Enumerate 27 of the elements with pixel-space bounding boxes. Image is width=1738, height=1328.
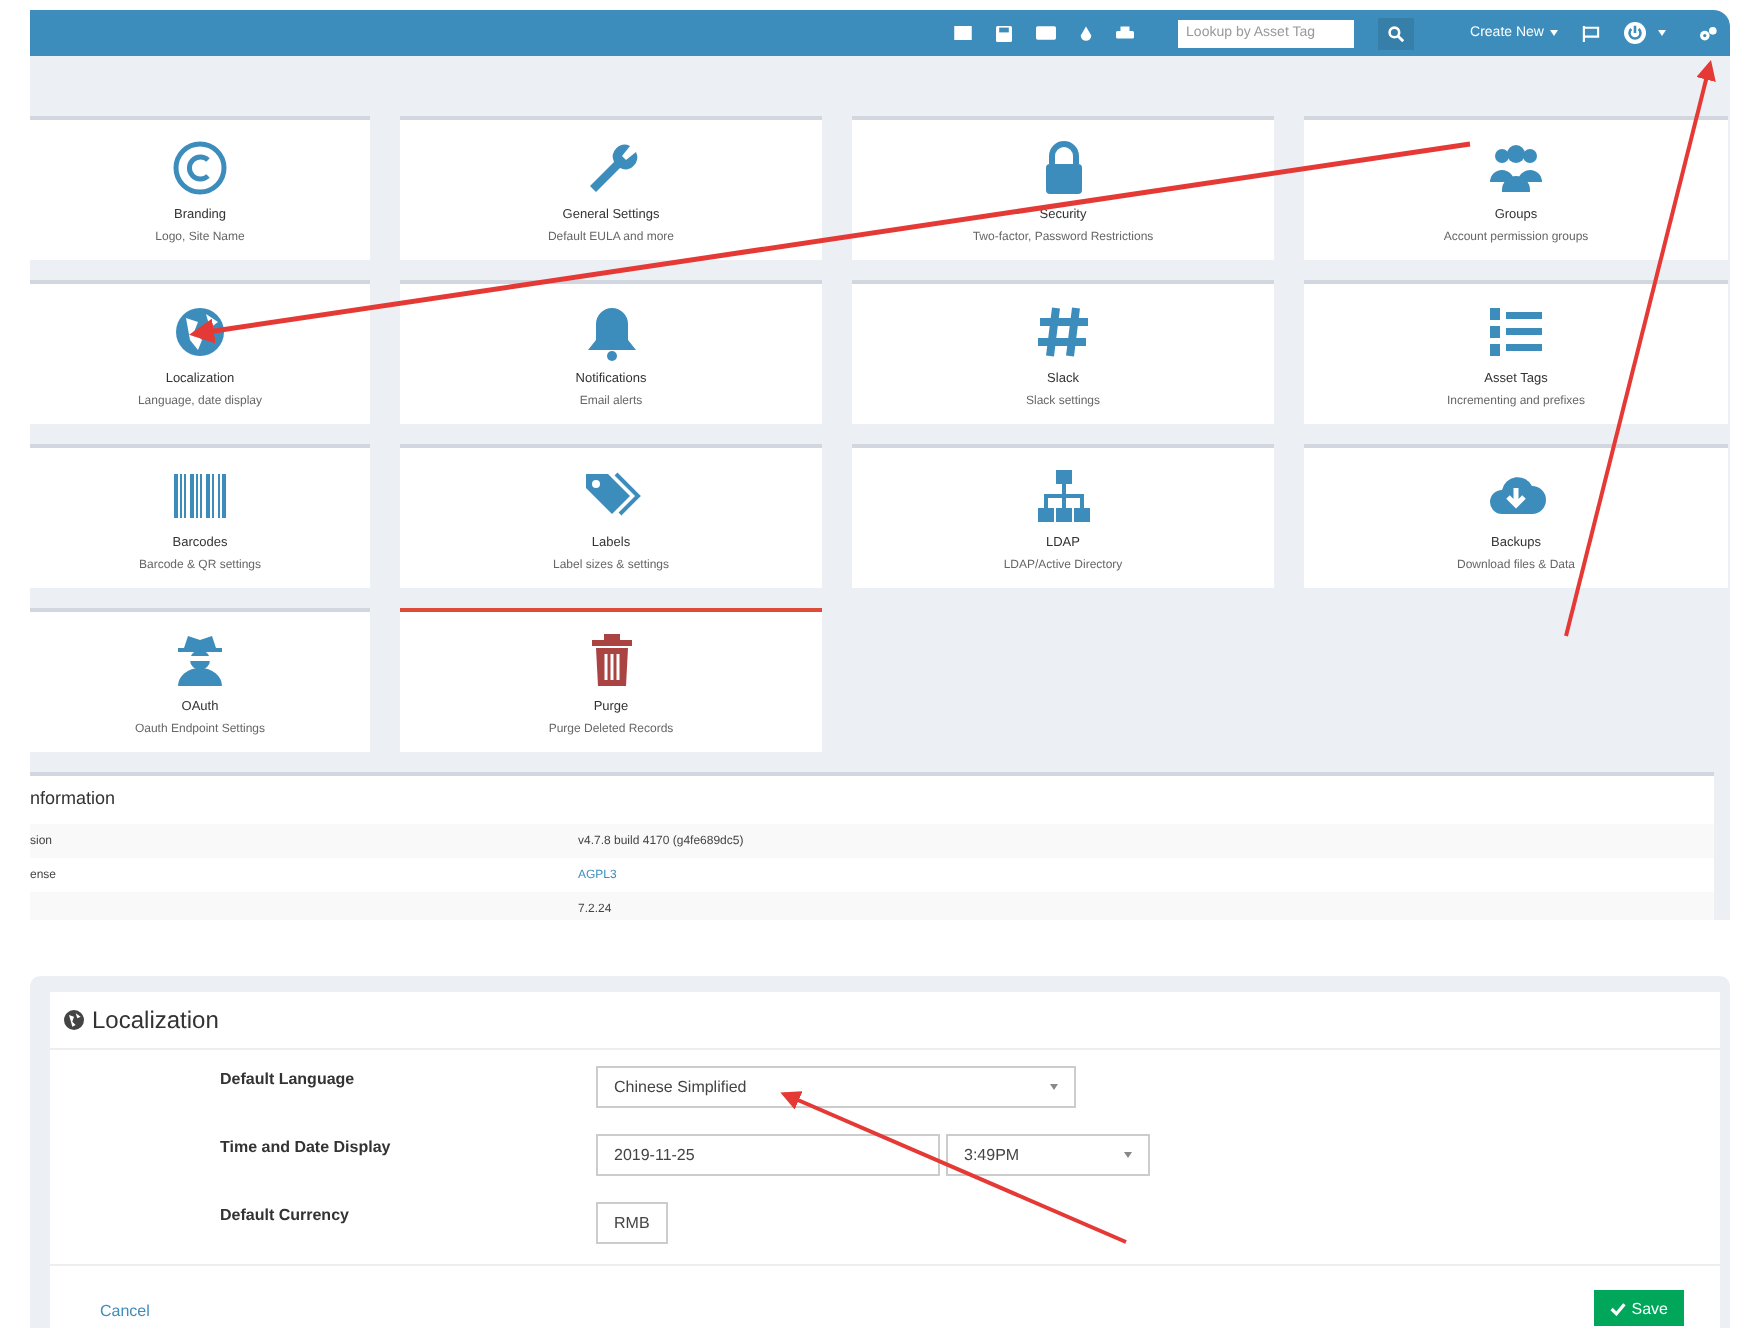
input-field[interactable]: 2019-11-25 [596,1134,940,1176]
printer-icon[interactable] [1116,25,1135,41]
field-label: Time and Date Display [218,1136,393,1160]
sitemap-icon [1033,466,1093,526]
caret-icon [1550,30,1558,36]
dropdown[interactable]: 3:49PM [946,1134,1150,1176]
globe-icon [64,1010,84,1030]
search-button[interactable] [1378,17,1415,49]
droplet-icon[interactable] [1080,25,1093,41]
panel-title: Localization [92,1006,219,1034]
search-icon [1388,25,1405,41]
check-icon [1609,1301,1626,1315]
panel-title: nformation [30,786,118,812]
globe-icon [170,302,230,362]
dropdown[interactable]: Chinese Simplified [596,1066,1076,1108]
power-icon[interactable] [1624,22,1646,44]
numbered-list-icon [1486,302,1546,362]
gears-icon[interactable] [1698,25,1718,41]
copyright-icon [170,138,230,198]
field-label: Default Currency [218,1204,351,1228]
hashtag-icon [1033,302,1093,362]
cancel-link[interactable]: Cancel [100,1302,150,1320]
input-field[interactable]: RMB [596,1202,668,1244]
caret-icon[interactable] [1658,30,1666,36]
flag-icon[interactable] [1582,25,1600,41]
floppy-icon[interactable] [996,25,1013,41]
field-label: Default Language [218,1068,357,1092]
